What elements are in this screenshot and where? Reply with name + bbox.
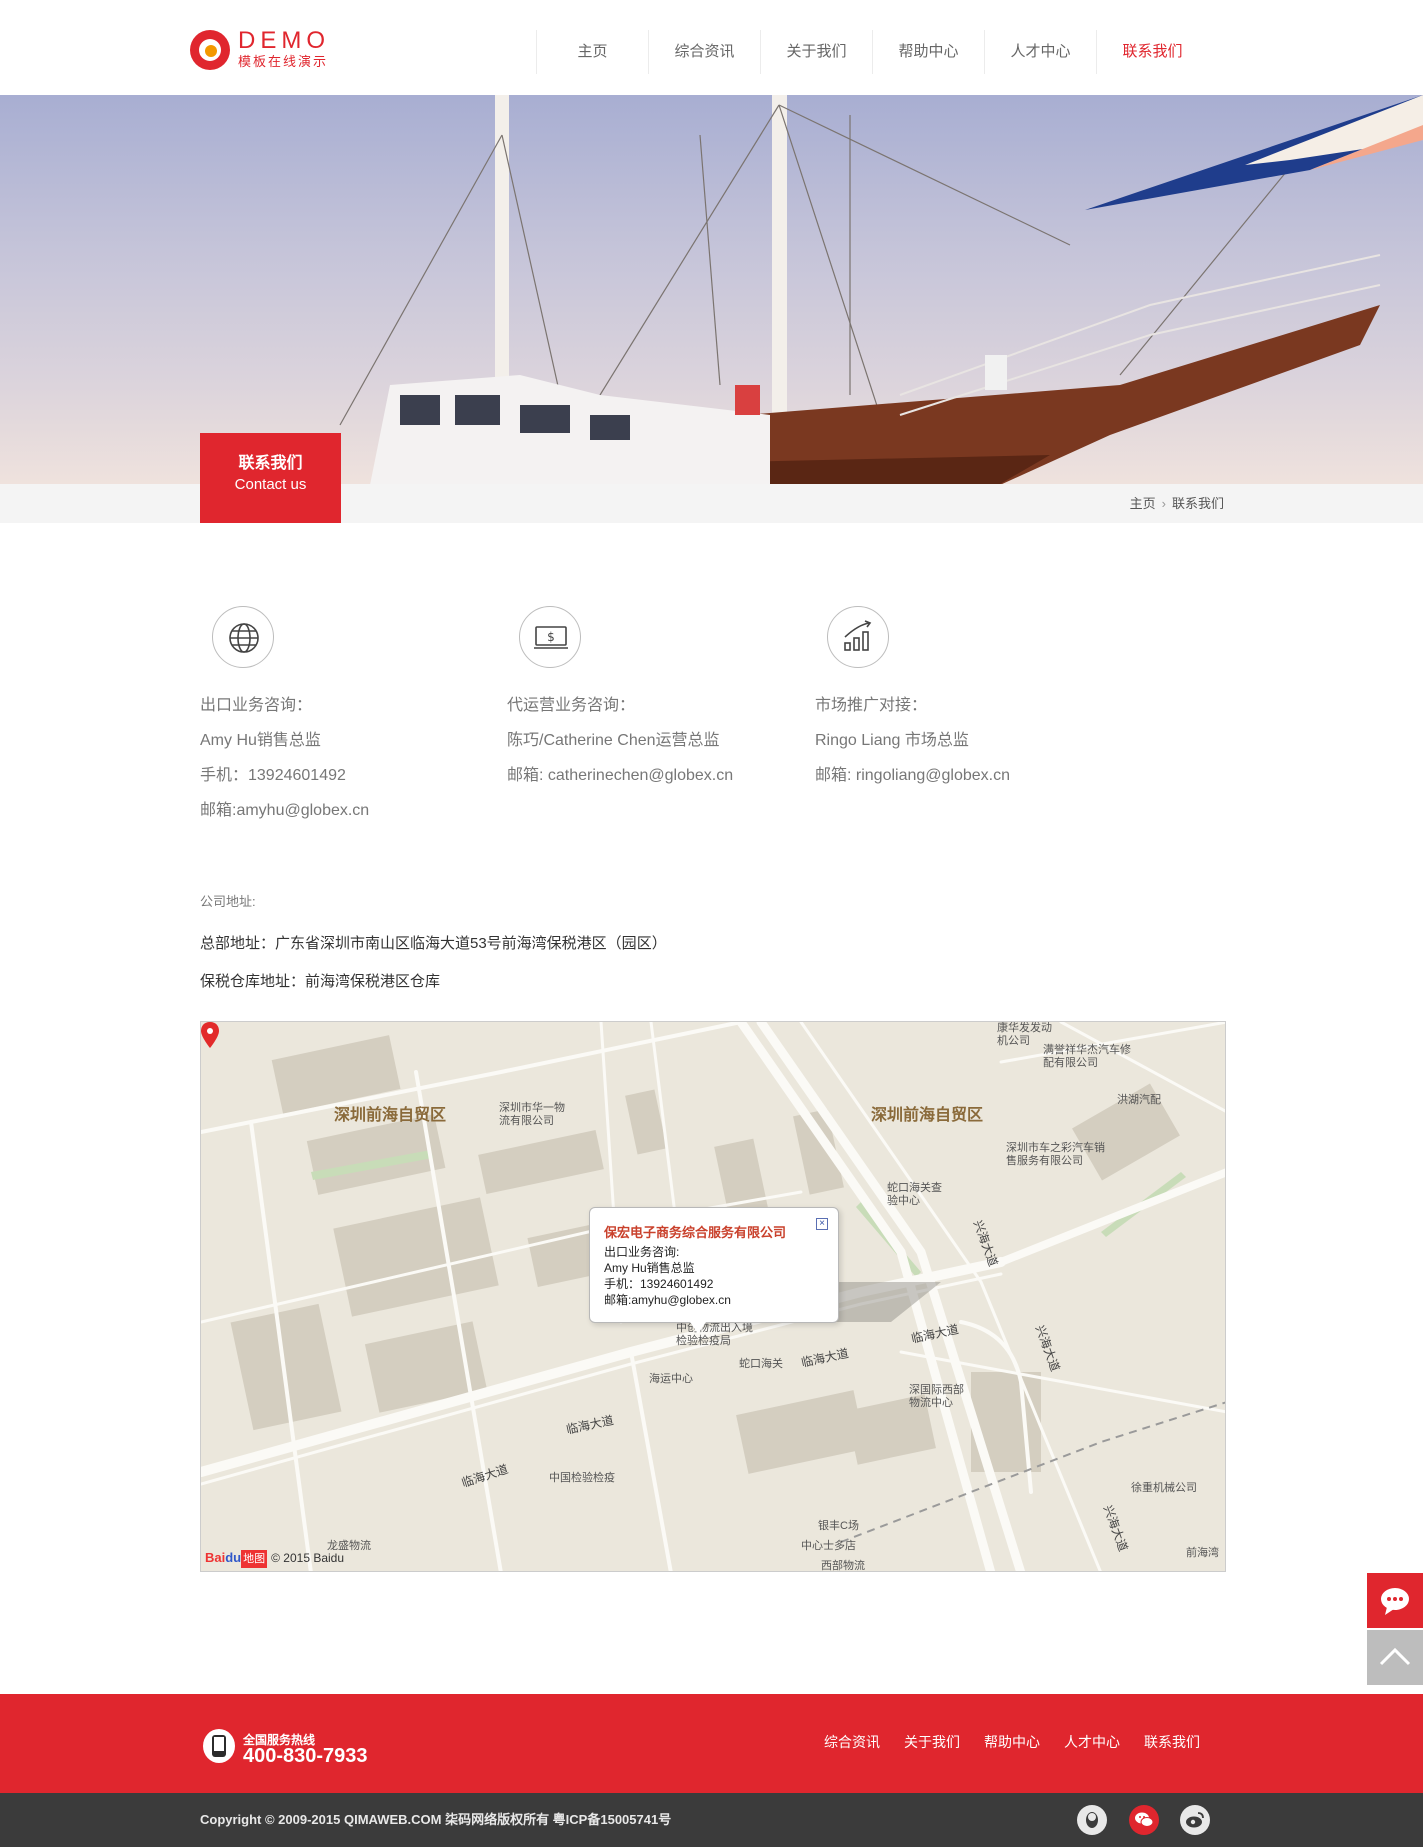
logo-title: DEMO [238, 27, 330, 54]
page-subtitle: Contact us [234, 476, 307, 493]
sailboat-image [339, 95, 1423, 484]
map-logo-text: 地图 [241, 1550, 268, 1568]
weibo-icon[interactable] [1180, 1805, 1210, 1835]
map-logo-text: Bai [205, 1550, 226, 1565]
chat-bubble-icon [1381, 1588, 1409, 1615]
map-poi-label: 深国际西部物流中心 [909, 1384, 964, 1409]
info-window-line: 邮箱:amyhu@globex.cn [604, 1293, 731, 1307]
logo-subtitle: 模板在线演示 [238, 54, 329, 69]
logo-mark-icon [190, 30, 230, 70]
site-footer: 全国服务热线 400-830-7933 综合资讯 关于我们 帮助中心 人才中心 … [0, 1694, 1423, 1793]
mobile-phone-icon [203, 1729, 235, 1763]
breadcrumb: 主页 › 联系我们 [1130, 484, 1224, 523]
map-poi-label: 蛇口海关查验中心 [887, 1182, 942, 1207]
map-marker-icon[interactable] [201, 1022, 219, 1048]
contact-phone: 手机：13924601492 [200, 767, 346, 784]
info-window-tail [690, 1322, 706, 1334]
close-icon[interactable]: × [816, 1218, 828, 1230]
copyright-text: Copyright © 2009-2015 QIMAWEB.COM 柒码网络版权… [200, 1812, 672, 1827]
nav-item-about[interactable]: 关于我们 [760, 30, 872, 74]
contact-person: Ringo Liang 市场总监 [815, 732, 969, 749]
contact-heading: 出口业务咨询： [200, 697, 313, 714]
map-poi-label: 中国检验检疫 [549, 1472, 615, 1484]
hero-banner [0, 95, 1423, 484]
dollar-screen-icon: $ [519, 606, 581, 668]
contact-email: 邮箱: catherinechen@globex.cn [507, 767, 734, 784]
breadcrumb-home[interactable]: 主页 [1130, 496, 1156, 511]
info-window-line: Amy Hu销售总监 [604, 1261, 695, 1275]
contact-person: Amy Hu销售总监 [200, 732, 321, 749]
page-title: 联系我们 [238, 455, 303, 472]
map-zone-label: 深圳前海自贸区 [334, 1107, 447, 1124]
footer-nav-help[interactable]: 帮助中心 [984, 1732, 1040, 1752]
map-poi-label: 深圳市华一物流有限公司 [499, 1102, 565, 1127]
map-poi-label: 中心士多店 [801, 1540, 856, 1552]
map-poi-label: 中创物流出入境检验检疫局 [676, 1322, 753, 1347]
address-hq: 总部地址：广东省深圳市南山区临海大道53号前海湾保税港区（园区） [200, 935, 667, 952]
address-warehouse: 保税仓库地址：前海湾保税港区仓库 [200, 973, 441, 990]
hotline-number[interactable]: 400-830-7933 [243, 1745, 368, 1768]
copyright-bar: Copyright © 2009-2015 QIMAWEB.COM 柒码网络版权… [0, 1793, 1423, 1847]
contact-heading: 代运营业务咨询： [507, 697, 636, 714]
map-info-window: 保宏电子商务综合服务有限公司 × 出口业务咨询: Amy Hu销售总监 手机：1… [589, 1207, 839, 1334]
breadcrumb-current[interactable]: 联系我们 [1172, 496, 1224, 511]
map-poi-label: 徐重机械公司 [1131, 1482, 1197, 1494]
map-logo-text: du [225, 1550, 242, 1565]
map-zone-label: 深圳前海自贸区 [871, 1107, 984, 1124]
baidu-map[interactable]: 深圳前海自贸区 深圳前海自贸区 深圳市华一物流有限公司 康华发发动机公司 满誉祥… [200, 1021, 1226, 1572]
wechat-icon[interactable] [1129, 1805, 1159, 1835]
chevron-up-icon [1379, 1647, 1411, 1666]
address-label: 公司地址: [200, 894, 256, 909]
site-header: DEMO 模板在线演示 主页 综合资讯 关于我们 帮助中心 人才中心 联系我们 [0, 0, 1423, 95]
map-poi-label: 深圳市车之彩汽车销售服务有限公司 [1006, 1142, 1105, 1167]
svg-text:$: $ [547, 630, 555, 644]
address-block: 公司地址: 总部地址：广东省深圳市南山区临海大道53号前海湾保税港区（园区） 保… [200, 892, 1224, 992]
contact-email: 邮箱: ringoliang@globex.cn [815, 767, 1011, 784]
nav-item-help[interactable]: 帮助中心 [872, 30, 984, 74]
map-poi-label: 前海湾 [1186, 1547, 1219, 1559]
info-window-line: 出口业务咨询: [604, 1245, 680, 1259]
main-nav: 主页 综合资讯 关于我们 帮助中心 人才中心 联系我们 [536, 30, 1208, 74]
map-copyright: © 2015 Baidu [271, 1551, 345, 1565]
qq-icon[interactable] [1077, 1805, 1107, 1835]
contact-card-export: 出口业务咨询： Amy Hu销售总监 手机：13924601492 邮箱:amy… [200, 606, 500, 828]
chart-growth-icon [827, 606, 889, 668]
nav-item-news[interactable]: 综合资讯 [648, 30, 760, 74]
nav-item-careers[interactable]: 人才中心 [984, 30, 1096, 74]
nav-item-contact[interactable]: 联系我们 [1096, 30, 1208, 74]
page-title-box: 联系我们 Contact us [200, 433, 341, 523]
footer-nav-news[interactable]: 综合资讯 [824, 1732, 880, 1752]
contact-card-operations: $ 代运营业务咨询： 陈巧/Catherine Chen运营总监 邮箱: cat… [507, 606, 807, 793]
nav-item-home[interactable]: 主页 [536, 30, 648, 74]
contact-email: 邮箱:amyhu@globex.cn [200, 802, 370, 819]
chevron-right-icon: › [1161, 496, 1166, 511]
map-poi-label: 海运中心 [649, 1373, 693, 1385]
contact-person: 陈巧/Catherine Chen运营总监 [507, 732, 720, 749]
footer-nav-contact[interactable]: 联系我们 [1144, 1732, 1200, 1752]
map-poi-label: 满誉祥华杰汽车修配有限公司 [1043, 1044, 1131, 1069]
footer-nav-careers[interactable]: 人才中心 [1064, 1732, 1120, 1752]
globe-icon [212, 606, 274, 668]
site-logo[interactable]: DEMO 模板在线演示 [190, 28, 340, 72]
contact-card-marketing: 市场推广对接： Ringo Liang 市场总监 邮箱: ringoliang@… [815, 606, 1115, 793]
footer-nav: 综合资讯 关于我们 帮助中心 人才中心 联系我们 [800, 1732, 1200, 1752]
map-poi-label: 蛇口海关 [739, 1358, 783, 1370]
back-to-top-button[interactable] [1367, 1630, 1423, 1685]
baidu-map-logo: Baidu 地图 © 2015 Baidu [205, 1549, 344, 1568]
info-window-line: 手机：13924601492 [604, 1277, 714, 1291]
map-poi-label: 洪湖汽配 [1117, 1094, 1161, 1106]
contact-heading: 市场推广对接： [815, 697, 928, 714]
info-window-title: 保宏电子商务综合服务有限公司 [604, 1225, 787, 1240]
map-poi-label: 银丰C场 [818, 1520, 859, 1532]
map-poi-label: 西部物流 [821, 1560, 865, 1572]
online-chat-button[interactable] [1367, 1573, 1423, 1628]
footer-nav-about[interactable]: 关于我们 [904, 1732, 960, 1752]
